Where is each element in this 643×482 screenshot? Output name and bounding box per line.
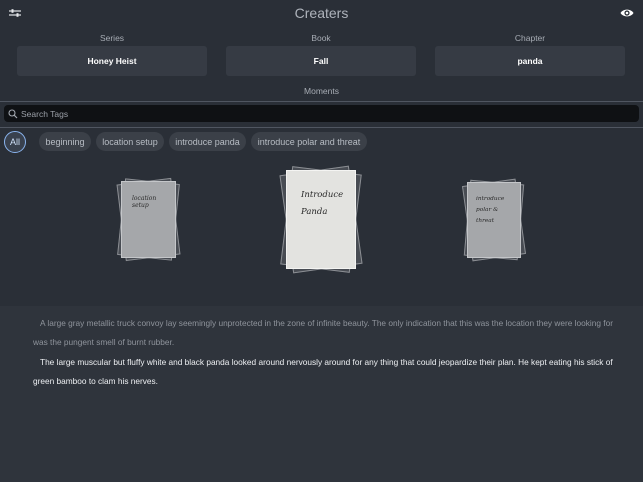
app-title: Creaters bbox=[294, 5, 349, 21]
top-panel: Creaters Series Honey Heist Book Fall Ch… bbox=[0, 0, 643, 306]
search-input[interactable] bbox=[21, 108, 621, 119]
moment-card-introduce-polar-and-threat[interactable]: introduce polar & threat bbox=[461, 178, 527, 262]
card-note: Introduce Panda bbox=[301, 190, 344, 217]
chapter-button[interactable]: panda bbox=[435, 46, 625, 76]
card-front bbox=[121, 181, 176, 258]
search-bar bbox=[0, 101, 643, 128]
story-text: A large gray metallic truck convoy lay s… bbox=[33, 318, 613, 347]
search-icon bbox=[8, 108, 18, 118]
tag-chip-all[interactable]: All bbox=[4, 131, 26, 153]
eye-icon[interactable] bbox=[620, 7, 634, 19]
book-button[interactable]: Fall bbox=[226, 46, 416, 76]
chapter-label: Chapter bbox=[514, 33, 546, 43]
moment-card-introduce-panda[interactable]: Introduce Panda bbox=[279, 165, 363, 274]
series-button[interactable]: Honey Heist bbox=[17, 46, 207, 76]
book-label: Book bbox=[311, 33, 331, 43]
search-box[interactable] bbox=[4, 105, 639, 122]
story-paragraph: A large gray metallic truck convoy lay s… bbox=[33, 314, 613, 352]
story-paragraph: The large muscular but fluffy white and … bbox=[33, 353, 613, 391]
card-note: location setup bbox=[132, 195, 157, 209]
tag-chip-beginning[interactable]: beginning bbox=[39, 132, 91, 151]
tag-chip-introduce-panda[interactable]: introduce panda bbox=[169, 132, 246, 151]
tag-chip-location-setup[interactable]: location setup bbox=[96, 132, 164, 151]
card-note: introduce polar & threat bbox=[476, 196, 505, 224]
series-label: Series bbox=[99, 33, 125, 43]
story-text: The large muscular but fluffy white and … bbox=[33, 357, 613, 386]
tag-chip-introduce-polar-and-threat[interactable]: introduce polar and threat bbox=[251, 132, 367, 151]
app-root: Creaters Series Honey Heist Book Fall Ch… bbox=[0, 0, 643, 482]
moment-card-location-setup[interactable]: location setup bbox=[116, 177, 181, 262]
moments-label: Moments bbox=[304, 86, 339, 96]
